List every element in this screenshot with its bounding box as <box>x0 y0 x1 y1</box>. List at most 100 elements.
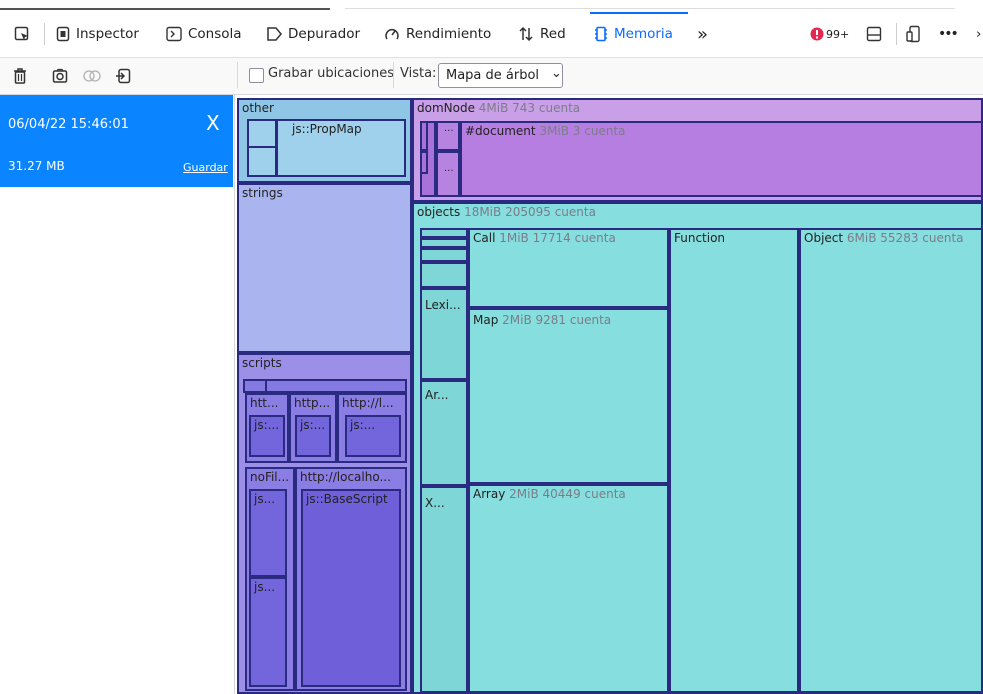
tab-label: Consola <box>188 26 242 42</box>
tab-console[interactable]: Consola <box>166 20 242 48</box>
treemap-node-object[interactable]: Object 6MiB 55283 cuenta <box>799 228 981 692</box>
tab-label: Memoria <box>614 26 673 42</box>
diff-snapshots-button[interactable] <box>83 66 101 86</box>
view-select[interactable]: Mapa de árbol ⌄ <box>438 63 563 88</box>
treemap-leaf[interactable] <box>247 146 277 177</box>
treemap-node-script[interactable]: http://localho... js::BaseScript <box>295 467 407 691</box>
node-label: js... <box>254 492 276 506</box>
network-icon <box>519 26 533 42</box>
treemap-node-map[interactable]: Map 2MiB 9281 cuenta <box>468 308 669 484</box>
node-label: js:... <box>300 418 326 432</box>
node-label: Call 1MiB 17714 cuenta <box>473 231 616 245</box>
error-icon <box>810 27 824 41</box>
save-snapshot-link[interactable]: Guardar <box>183 161 228 174</box>
tab-label: Depurador <box>288 26 361 42</box>
record-allocations-label: Grabar ubicaciones <box>268 66 395 81</box>
treemap-node-script[interactable]: http... js:... <box>289 393 337 463</box>
treemap-leaf[interactable]: ... <box>436 121 460 151</box>
node-label: Object 6MiB 55283 cuenta <box>804 231 964 245</box>
close-devtools-button[interactable]: › <box>976 20 981 48</box>
treemap-leaf[interactable] <box>420 151 428 174</box>
node-label: Ar... <box>425 388 449 402</box>
treemap-leaf[interactable]: js... <box>249 577 287 687</box>
tab-separator <box>896 23 897 45</box>
treemap-node-scripts[interactable]: scripts htt... js:... http... js:... htt… <box>237 353 412 694</box>
treemap-leaf[interactable] <box>420 248 468 262</box>
node-label: js::PropMap <box>292 122 362 136</box>
snapshot-size: 31.27 MB <box>8 159 65 173</box>
treemap-node-propmap[interactable]: js::PropMap <box>276 119 406 177</box>
treemap-node-script[interactable]: htt... js:... <box>245 393 289 463</box>
treemap-node-script[interactable]: noFil... js... js... <box>245 467 295 691</box>
treemap-node-other[interactable]: other js::PropMap <box>237 98 412 183</box>
import-snapshot-button[interactable] <box>114 66 132 86</box>
node-label: js... <box>254 580 276 594</box>
treemap-leaf[interactable] <box>243 379 267 393</box>
node-label: Lexi... <box>425 298 461 312</box>
selected-tab-indicator <box>590 12 688 14</box>
toolbar-separator <box>393 62 394 88</box>
console-icon <box>166 26 182 42</box>
clear-snapshots-button[interactable] <box>11 66 29 86</box>
treemap-leaf[interactable]: js... <box>249 489 287 577</box>
treemap-leaf[interactable]: js:... <box>295 415 331 457</box>
node-label: X... <box>425 496 445 510</box>
node-label: Map 2MiB 9281 cuenta <box>473 313 612 327</box>
node-label: domNode 4MiB 743 cuenta <box>417 101 581 115</box>
treemap-leaf[interactable]: ... <box>436 151 460 197</box>
debugger-icon <box>267 27 282 41</box>
treemap-node-call[interactable]: Call 1MiB 17714 cuenta <box>468 228 669 308</box>
treemap-leaf[interactable]: js:... <box>249 415 285 457</box>
treemap-node-lexical[interactable]: Lexi... <box>420 288 468 380</box>
tab-memory[interactable]: Memoria <box>594 20 673 48</box>
chevrons-right-icon: » <box>697 23 709 45</box>
treemap-node-basescript[interactable]: js::BaseScript <box>301 489 401 687</box>
treemap-node-script[interactable]: http://l... js:... <box>337 393 407 463</box>
tab-debugger[interactable]: Depurador <box>266 20 360 48</box>
treemap-node-array[interactable]: Array 2MiB 40449 cuenta <box>468 484 669 692</box>
delete-snapshot-button[interactable]: X <box>206 111 220 135</box>
tab-label: Red <box>540 26 566 42</box>
top-divider <box>0 8 330 10</box>
snapshot-item[interactable]: 06/04/22 15:46:01 X 31.27 MB Guardar <box>0 95 233 187</box>
treemap-leaf[interactable] <box>420 228 468 238</box>
inspector-icon <box>56 26 70 42</box>
treemap-node-document[interactable]: #document 3MiB 3 cuenta <box>460 121 981 197</box>
more-tabs-button[interactable]: » <box>697 20 708 48</box>
treemap-leaf[interactable] <box>420 262 468 288</box>
pick-element-button[interactable] <box>14 20 30 48</box>
treemap-node-domnode[interactable]: domNode 4MiB 743 cuenta ... ... #documen… <box>412 98 983 202</box>
view-label: Vista: <box>400 66 437 81</box>
treemap-leaf[interactable] <box>420 238 468 248</box>
treemap-node-strings[interactable]: strings <box>237 183 412 353</box>
treemap-leaf[interactable] <box>420 121 428 151</box>
treemap-node-ar[interactable]: Ar... <box>420 380 468 486</box>
dock-button[interactable] <box>866 20 882 48</box>
pick-element-icon <box>14 26 29 41</box>
camera-icon <box>52 68 68 83</box>
node-label: http://l... <box>342 396 394 410</box>
overflow-menu-button[interactable]: ••• <box>938 20 959 48</box>
responsive-mode-button[interactable] <box>906 20 922 48</box>
tab-inspector[interactable]: Inspector <box>56 20 139 48</box>
error-count-badge[interactable]: 99+ <box>810 20 849 48</box>
record-allocations-checkbox[interactable] <box>249 68 264 83</box>
dock-icon <box>866 26 882 42</box>
take-snapshot-button[interactable] <box>51 66 69 86</box>
node-label: Function <box>674 231 726 245</box>
treemap-leaf[interactable] <box>243 379 407 393</box>
treemap-node-function[interactable]: Function <box>669 228 799 692</box>
treemap-node-x[interactable]: X... <box>420 486 468 692</box>
treemap-node-objects[interactable]: objects 18MiB 205095 cuenta Lexi... Ar..… <box>412 202 983 694</box>
node-label: ... <box>444 163 454 174</box>
treemap-leaf[interactable]: js:... <box>345 415 401 457</box>
node-label: http://localho... <box>300 470 391 484</box>
tab-network[interactable]: Red <box>518 20 566 48</box>
view-select-value: Mapa de árbol <box>446 68 540 83</box>
tab-separator <box>44 23 45 45</box>
tab-performance[interactable]: Rendimiento <box>384 20 491 48</box>
tab-label: Inspector <box>76 26 139 42</box>
close-icon: › <box>976 26 982 42</box>
snapshot-date: 06/04/22 15:46:01 <box>8 117 129 132</box>
node-label: objects 18MiB 205095 cuenta <box>417 205 596 219</box>
